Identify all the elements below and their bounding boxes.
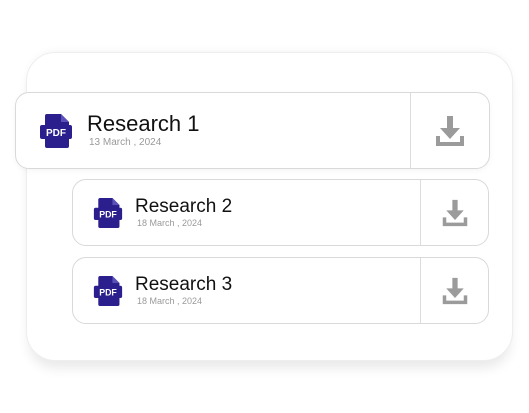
file-info[interactable]: PDF Research 2 18 March , 2024: [73, 180, 420, 245]
pdf-icon: PDF: [93, 275, 123, 306]
svg-text:PDF: PDF: [46, 128, 66, 139]
file-date: 13 March , 2024: [89, 137, 162, 148]
svg-text:PDF: PDF: [99, 287, 117, 297]
file-title: Research 2: [135, 196, 233, 217]
download-icon: [436, 115, 464, 146]
file-texts: Research 3 18 March , 2024: [135, 274, 232, 307]
download-icon: [442, 277, 467, 304]
file-card-research-3[interactable]: PDF Research 3 18 March , 2024: [72, 257, 489, 324]
file-info[interactable]: PDF Research 1 13 March , 2024: [16, 93, 410, 168]
download-button[interactable]: [420, 258, 488, 323]
file-title: Research 3: [135, 274, 233, 295]
file-texts: Research 1 13 March , 2024: [87, 112, 200, 149]
file-card-research-1[interactable]: PDF Research 1 13 March , 2024: [15, 92, 490, 169]
pdf-icon: PDF: [40, 113, 72, 148]
file-texts: Research 2 18 March , 2024: [135, 196, 232, 229]
download-button[interactable]: [420, 180, 488, 245]
file-card-research-2[interactable]: PDF Research 2 18 March , 2024: [72, 179, 489, 246]
file-date: 18 March , 2024: [137, 296, 203, 306]
svg-text:PDF: PDF: [99, 209, 117, 219]
stage: PDF Research 1 13 March , 2024 PDF Resea…: [0, 0, 529, 413]
file-info[interactable]: PDF Research 3 18 March , 2024: [73, 258, 420, 323]
download-button[interactable]: [410, 93, 489, 168]
download-icon: [442, 199, 467, 226]
file-title: Research 1: [87, 111, 200, 136]
pdf-icon: PDF: [93, 197, 123, 228]
file-date: 18 March , 2024: [137, 218, 203, 228]
